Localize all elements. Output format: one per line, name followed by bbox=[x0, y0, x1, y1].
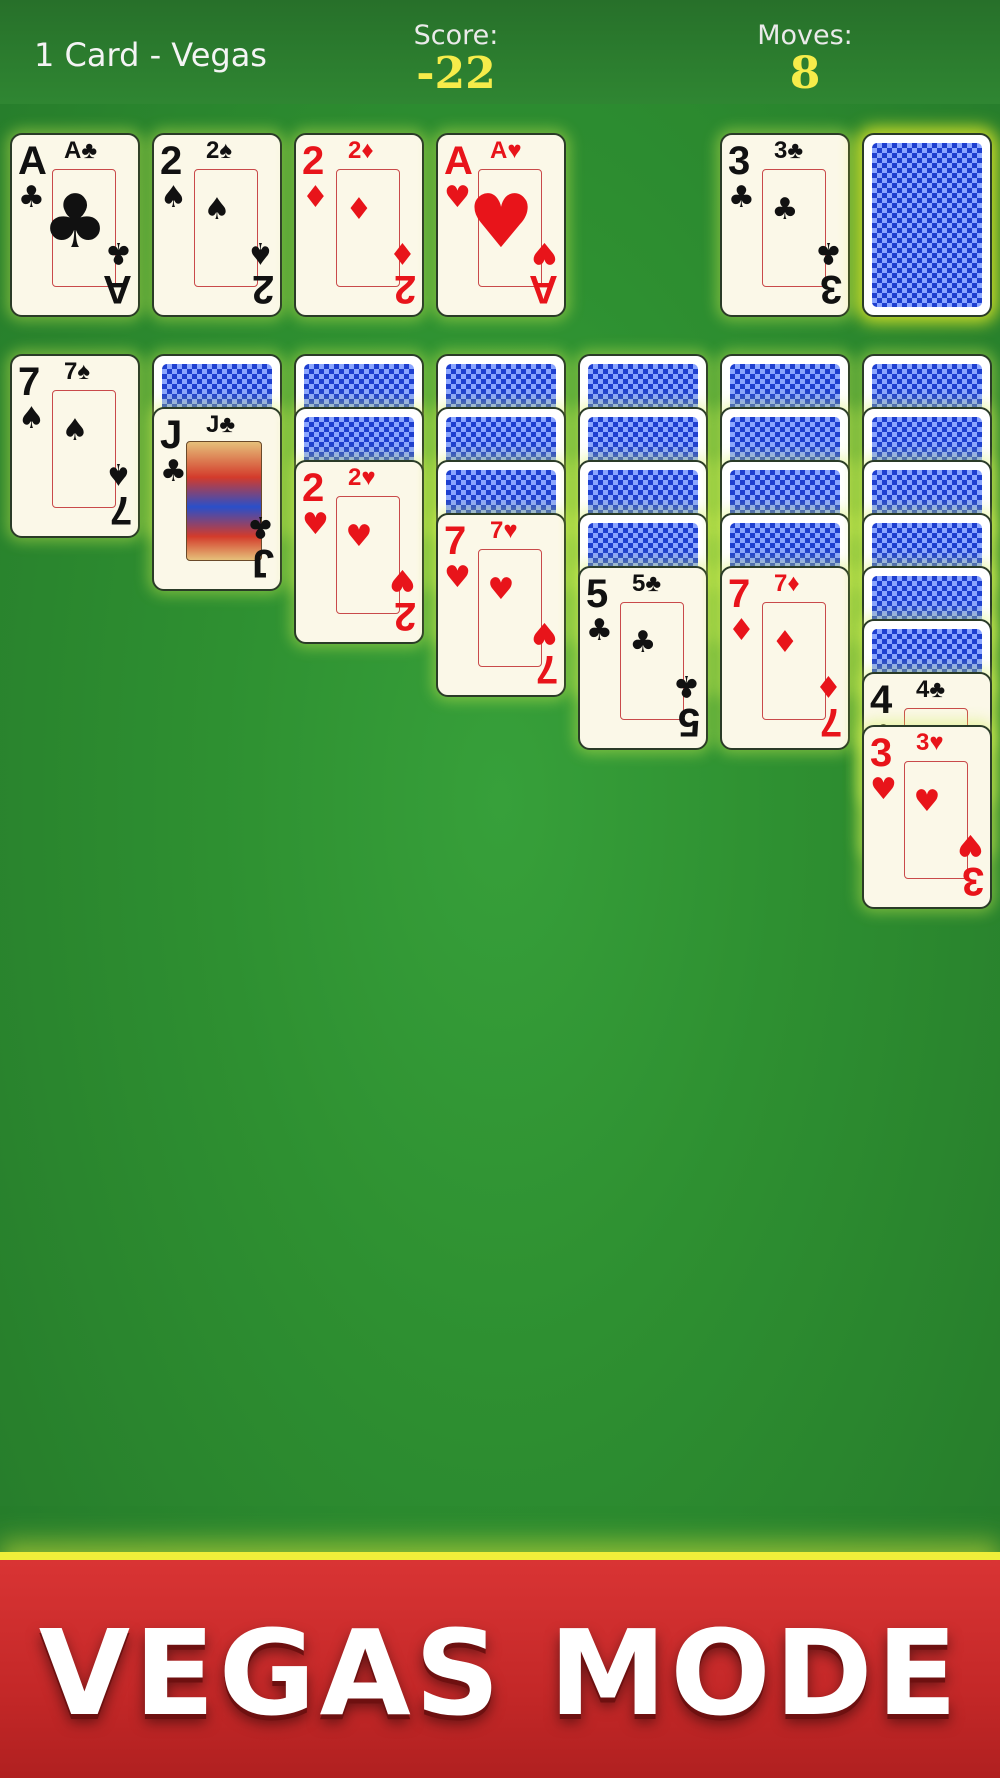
card-rank-bottom: 5 bbox=[677, 700, 700, 744]
card-rank-bottom: 7 bbox=[535, 647, 558, 691]
foundation-card[interactable]: 2 ♠ 2♠ ♠ 2 ♠ bbox=[152, 133, 282, 317]
card-top-label: A♥ bbox=[490, 137, 522, 164]
card-rank: 2 bbox=[302, 466, 325, 510]
card-center-suit-icon: ♣ bbox=[771, 192, 799, 227]
card-rank: A bbox=[18, 139, 47, 183]
foundation-card[interactable]: 2 ♦ 2♦ ♦ 2 ♦ bbox=[294, 133, 424, 317]
card-suit-bottom-icon: ♦ bbox=[389, 235, 416, 270]
card-center-suit-icon: ♥ bbox=[487, 572, 515, 607]
tableau-card[interactable]: 7 ♠ 7♠ ♠ 7 ♠ bbox=[10, 354, 140, 538]
stock-pile[interactable] bbox=[862, 133, 992, 317]
card-top-label: 2♥ bbox=[348, 464, 376, 491]
header-bar: 1 Card - Vegas Score: -22 Moves: 8 bbox=[0, 0, 1000, 104]
card-rank-bottom: 7 bbox=[109, 488, 132, 532]
card-rank-bottom: 7 bbox=[819, 700, 842, 744]
card-suit-icon: ♣ bbox=[160, 454, 187, 489]
moves-display: Moves: 8 bbox=[725, 20, 885, 96]
card-rank: 2 bbox=[302, 139, 325, 183]
card-center-suit-icon: ♥ bbox=[913, 784, 941, 819]
score-display: Score: -22 bbox=[376, 20, 536, 96]
card-back-pattern bbox=[872, 143, 982, 307]
tableau-card[interactable]: 7 ♥ 7♥ ♥ 7 ♥ bbox=[436, 513, 566, 697]
card-suit-bottom-icon: ♣ bbox=[815, 235, 842, 270]
card-rank-bottom: A bbox=[103, 267, 132, 311]
game-table: 1 Card - Vegas Score: -22 Moves: 8 A ♣ A♣ ♣… bbox=[0, 0, 1000, 1778]
card-rank-bottom: 3 bbox=[961, 859, 984, 903]
card-suit-bottom-icon: ♥ bbox=[531, 235, 558, 270]
card-suit-bottom-icon: ♥ bbox=[957, 827, 984, 862]
card-center-suit-icon: ♥ bbox=[345, 519, 373, 554]
foundation-card[interactable]: A ♣ A♣ ♣ A ♣ bbox=[10, 133, 140, 317]
card-rank: 5 bbox=[586, 572, 609, 616]
score-value: -22 bbox=[416, 48, 496, 99]
card-rank: J bbox=[160, 413, 183, 457]
card-top-label: 7♠ bbox=[64, 358, 91, 385]
tableau-card[interactable]: 2 ♥ 2♥ ♥ 2 ♥ bbox=[294, 460, 424, 644]
card-rank: 7 bbox=[728, 572, 751, 616]
card-rank: 7 bbox=[444, 519, 467, 563]
moves-value: 8 bbox=[789, 48, 821, 99]
card-rank: 3 bbox=[870, 731, 893, 775]
card-rank-bottom: 2 bbox=[251, 267, 274, 311]
card-center-suit-icon: ♠ bbox=[203, 192, 231, 227]
card-top-label: J♣ bbox=[206, 411, 236, 438]
banner-title: VEGAS MODE bbox=[38, 1604, 962, 1742]
card-top-label: 4♣ bbox=[916, 676, 946, 703]
waste-card[interactable]: 3 ♣ 3♣ ♣ 3 ♣ bbox=[720, 133, 850, 317]
card-suit-bottom-icon: ♣ bbox=[673, 668, 700, 703]
card-rank: A bbox=[444, 139, 473, 183]
card-rank-bottom: 3 bbox=[819, 267, 842, 311]
game-mode-label: 1 Card - Vegas bbox=[34, 36, 267, 74]
card-center-suit-icon: ♠ bbox=[61, 413, 89, 448]
card-suit-bottom-icon: ♠ bbox=[247, 235, 274, 270]
foundation-card[interactable]: A ♥ A♥ ♥ A ♥ bbox=[436, 133, 566, 317]
card-suit-bottom-icon: ♣ bbox=[105, 235, 132, 270]
card-suit-bottom-icon: ♦ bbox=[815, 668, 842, 703]
card-rank-bottom: 2 bbox=[393, 267, 416, 311]
card-top-label: A♣ bbox=[64, 137, 98, 164]
card-rank: 4 bbox=[870, 678, 893, 722]
card-rank-bottom: 2 bbox=[393, 594, 416, 638]
card-suit-bottom-icon: ♥ bbox=[389, 562, 416, 597]
card-center-suit-icon: ♣ bbox=[629, 625, 657, 660]
tableau-card[interactable]: J ♣ J♣ J ♣ bbox=[152, 407, 282, 591]
card-suit-bottom-icon: ♣ bbox=[247, 509, 274, 544]
card-rank: 3 bbox=[728, 139, 751, 183]
card-top-label: 3♣ bbox=[774, 137, 804, 164]
card-rank-bottom: J bbox=[251, 541, 274, 585]
card-rank: 7 bbox=[18, 360, 41, 404]
card-rank-bottom: A bbox=[529, 267, 558, 311]
card-center-suit-icon: ♦ bbox=[771, 625, 799, 660]
card-top-label: 7♦ bbox=[774, 570, 800, 597]
card-center-suit-icon: ♦ bbox=[345, 192, 373, 227]
card-top-label: 3♥ bbox=[916, 729, 944, 756]
tableau-card[interactable]: 3 ♥ 3♥ ♥ 3 ♥ bbox=[862, 725, 992, 909]
card-suit-bottom-icon: ♥ bbox=[531, 615, 558, 650]
card-top-label: 5♣ bbox=[632, 570, 662, 597]
card-suit-bottom-icon: ♠ bbox=[105, 456, 132, 491]
vegas-mode-banner: VEGAS MODE bbox=[0, 1552, 1000, 1778]
card-top-label: 7♥ bbox=[490, 517, 518, 544]
card-rank: 2 bbox=[160, 139, 183, 183]
tableau-card[interactable]: 5 ♣ 5♣ ♣ 5 ♣ bbox=[578, 566, 708, 750]
card-top-label: 2♦ bbox=[348, 137, 374, 164]
card-top-label: 2♠ bbox=[206, 137, 233, 164]
tableau-card[interactable]: 7 ♦ 7♦ ♦ 7 ♦ bbox=[720, 566, 850, 750]
